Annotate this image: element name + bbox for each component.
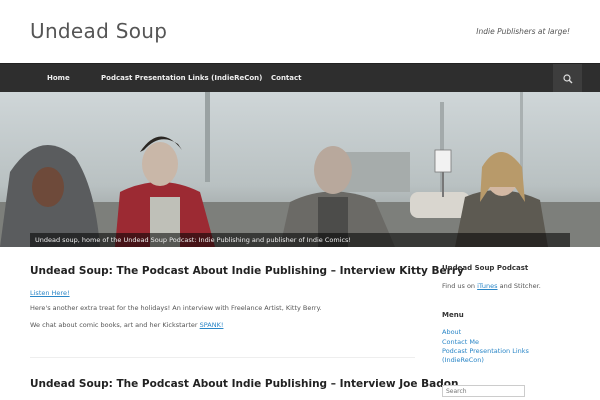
menu-item-contact-me[interactable]: Contact Me — [442, 338, 479, 346]
main-navigation: Home Podcast Presentation Links (IndieRe… — [0, 63, 600, 93]
find-us-suffix: and Stitcher. — [497, 282, 541, 290]
hero-image — [0, 92, 600, 247]
nav-item-contact[interactable]: Contact — [271, 64, 302, 93]
hero-caption: Undead soup, home of the Undead Soup Pod… — [30, 233, 570, 247]
nav-item-podcast-links[interactable]: Podcast Presentation Links (IndieReCon) — [101, 64, 262, 93]
nav-item-home[interactable]: Home — [47, 64, 70, 93]
post-divider — [30, 357, 415, 358]
listen-here-link[interactable]: Listen Here! — [30, 289, 70, 297]
post-title-joe-badon[interactable]: Undead Soup: The Podcast About Indie Pub… — [30, 378, 458, 390]
itunes-link[interactable]: iTunes — [477, 282, 497, 290]
find-us-text: Find us on iTunes and Stitcher. — [442, 282, 541, 290]
find-us-prefix: Find us on — [442, 282, 478, 290]
search-icon — [562, 73, 572, 83]
menu-item-indierecon[interactable]: (IndieReCon) — [442, 356, 484, 364]
widget-title-menu: Menu — [442, 311, 464, 319]
search-toggle-button[interactable] — [553, 64, 582, 93]
listen-here-paragraph: Listen Here! — [30, 289, 70, 297]
site-tagline: Indie Publishers at large! — [476, 27, 570, 36]
menu-item-podcast-links[interactable]: Podcast Presentation Links — [442, 347, 529, 355]
post-paragraph: Here's another extra treat for the holid… — [30, 304, 322, 312]
kickstarter-text: We chat about comic books, art and her K… — [30, 321, 200, 329]
spank-link[interactable]: SPANK! — [200, 321, 224, 329]
post-paragraph-kickstarter: We chat about comic books, art and her K… — [30, 321, 223, 329]
site-title[interactable]: Undead Soup — [30, 19, 167, 43]
hero-banner: Undead soup, home of the Undead Soup Pod… — [0, 92, 600, 247]
widget-title-podcast: Undead Soup Podcast — [442, 264, 529, 272]
sidebar-search-input[interactable] — [442, 385, 525, 397]
site-header: Undead Soup Indie Publishers at large! — [0, 0, 600, 63]
post-title-kitty-berry[interactable]: Undead Soup: The Podcast About Indie Pub… — [30, 265, 464, 277]
menu-item-about[interactable]: About — [442, 328, 461, 336]
